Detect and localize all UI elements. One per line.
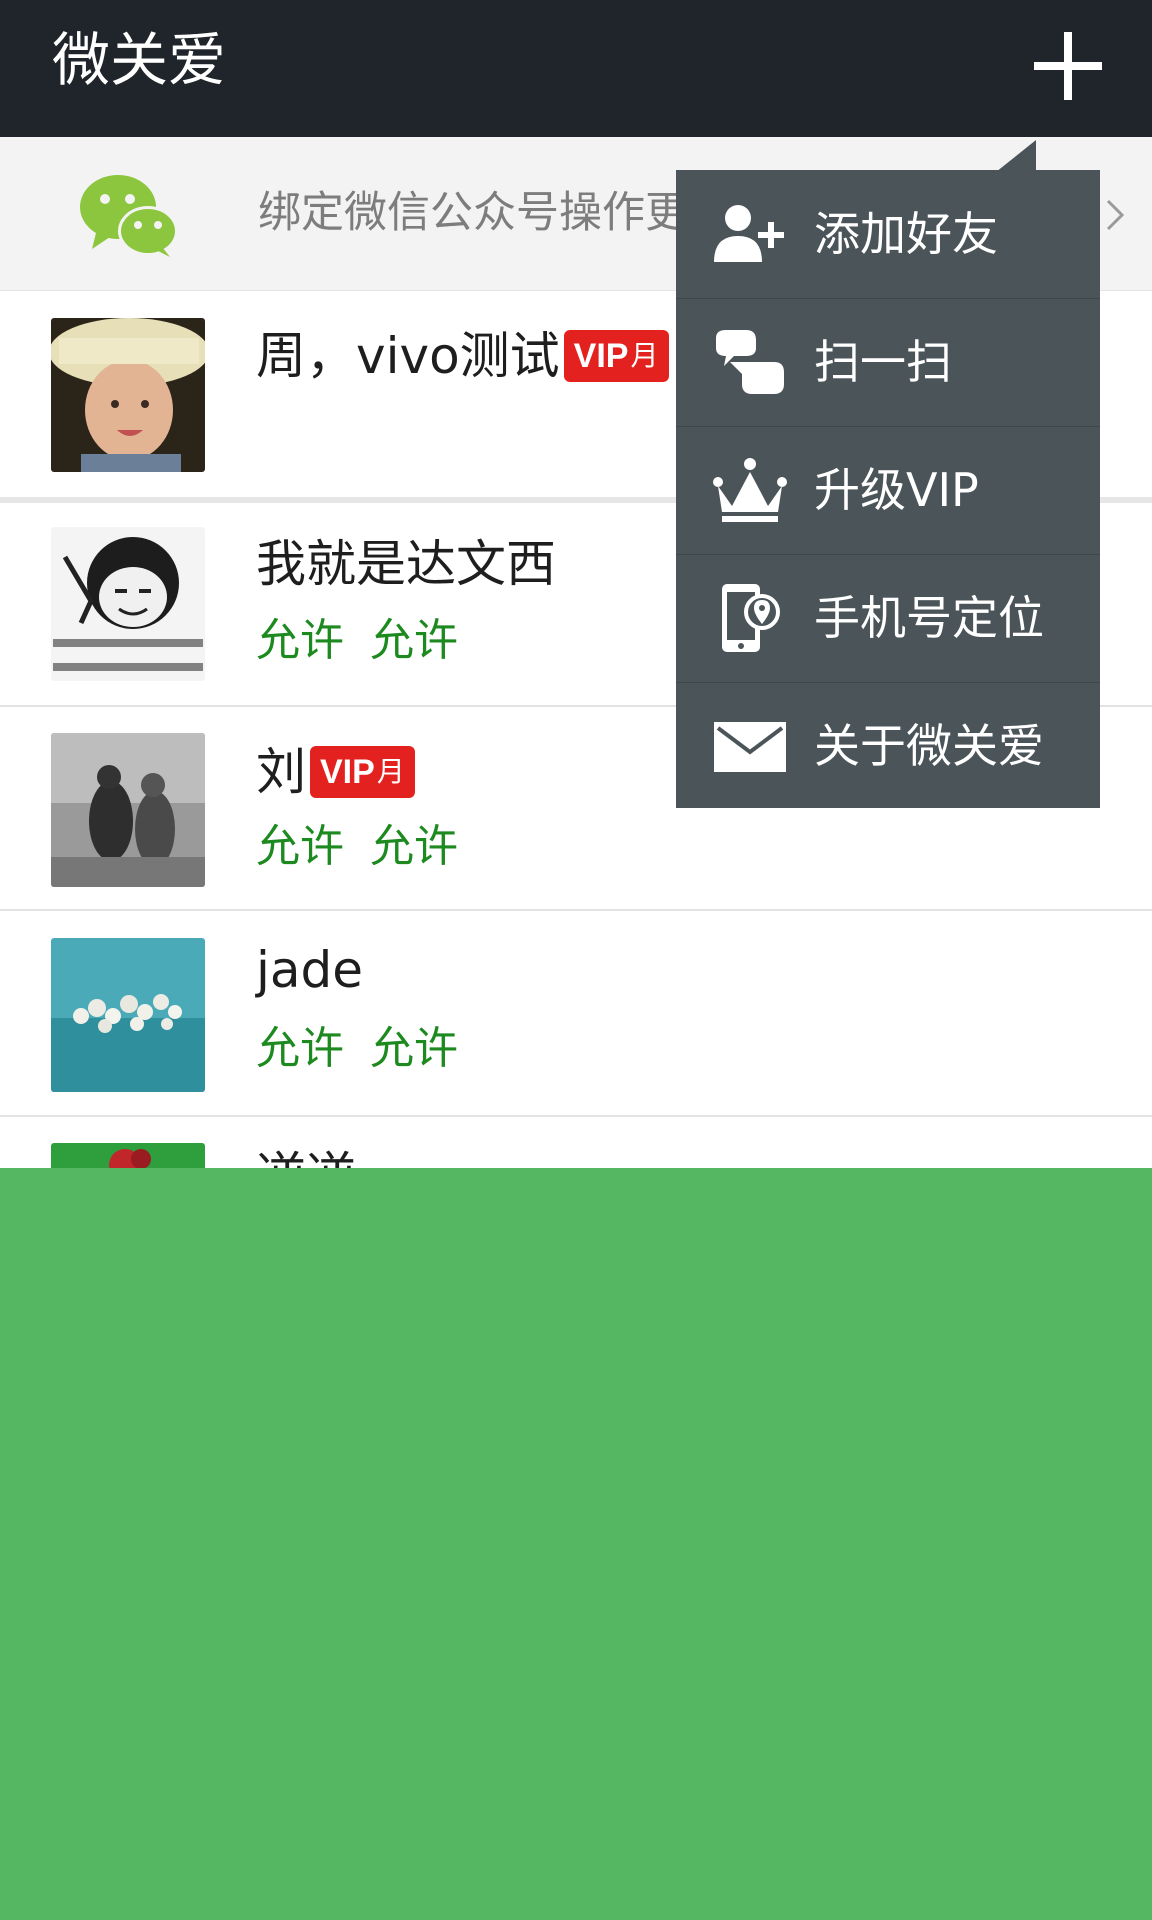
plus-icon[interactable] [1020,26,1116,106]
vip-period: 月 [376,756,405,787]
vip-label: VIP [573,337,629,375]
permission-label: 允许 [256,1023,344,1074]
menu-item-upgrade-vip[interactable]: 升级VIP [676,426,1100,555]
permission-label: 允许 [370,821,458,872]
permission-label: 允许 [256,615,344,666]
green-overlay [0,1168,1152,1920]
contact-name-text: 我就是达文西 [256,535,556,593]
menu-item-label: 扫一扫 [814,335,952,389]
menu-item-about[interactable]: 关于微关爱 [676,682,1100,810]
add-friend-icon [712,200,788,268]
menu-item-label: 手机号定位 [814,591,1044,645]
mail-icon [712,712,788,780]
vip-period: 月 [630,340,659,371]
crown-icon [712,456,788,524]
menu-item-label: 升级VIP [814,463,979,517]
menu-item-add-friend[interactable]: 添加好友 [676,170,1100,299]
contact-name-text: 周，vivo测试 [256,327,560,385]
phone-location-icon [712,584,788,652]
contact-name: 刘 VIP 月 [256,737,415,807]
menu-pointer [996,140,1036,172]
menu-item-scan[interactable]: 扫一扫 [676,298,1100,427]
dropdown-menu: 添加好友 扫一扫 升级VIP 手机号定位 关于微关爱 [676,170,1100,808]
chevron-right-icon [1102,195,1130,235]
avatar [51,733,205,887]
menu-item-label: 添加好友 [814,207,998,261]
menu-item-label: 关于微关爱 [814,719,1044,773]
contact-name: 周，vivo测试 VIP 月 [256,321,669,391]
app-title: 微关爱 [52,26,227,94]
permission-list: 允许 允许 [256,1019,458,1079]
vip-badge: VIP 月 [563,330,669,382]
vip-label: VIP [320,753,375,791]
permission-label: 允许 [256,821,344,872]
scan-icon [712,328,788,396]
permission-list: 允许 允许 [256,817,458,877]
contact-row[interactable]: jade 允许 允许 [0,911,1152,1117]
contact-name: jade [256,935,363,1005]
contact-name-text: jade [256,941,364,999]
vip-badge: VIP 月 [310,746,415,798]
avatar [51,318,205,472]
permission-list: 允许 允许 [256,611,458,671]
contact-name: 我就是达文西 [256,529,556,599]
avatar [51,938,205,1092]
permission-label: 允许 [370,615,458,666]
menu-item-phone-location[interactable]: 手机号定位 [676,554,1100,683]
permission-label: 允许 [370,1023,458,1074]
top-bar: 微关爱 [0,0,1152,137]
contact-name-text: 刘 [256,743,306,801]
avatar [51,527,205,681]
wechat-icon [78,173,180,259]
banner-text: 绑定微信公众号操作更 [258,188,688,238]
